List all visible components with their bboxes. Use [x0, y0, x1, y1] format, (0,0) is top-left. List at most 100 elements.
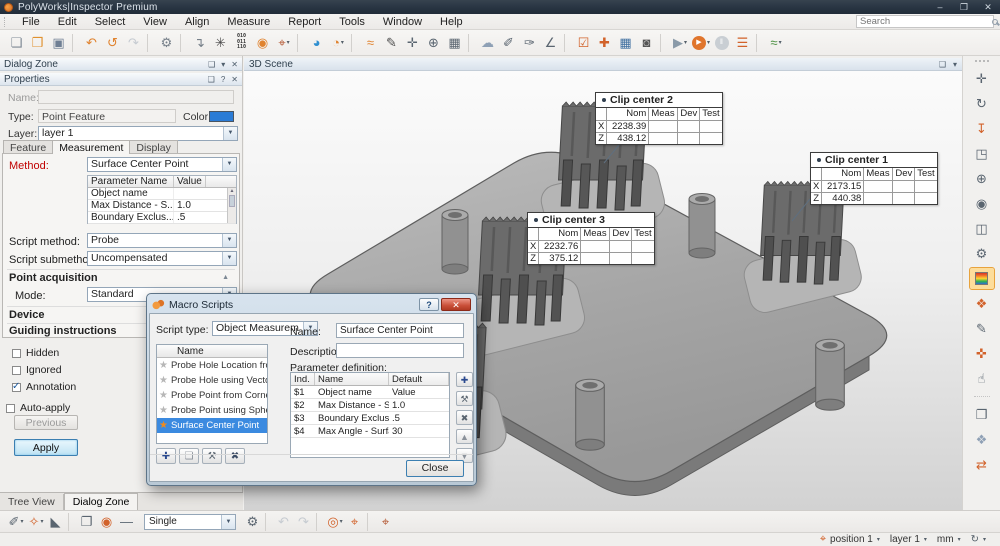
macro-script-item[interactable]: ★ Surface Center Point: [157, 418, 267, 433]
zoom-tool-icon[interactable]: ⊕: [424, 32, 444, 53]
align-icon[interactable]: ✳: [211, 32, 231, 53]
units-dropdown[interactable]: mm: [937, 534, 954, 545]
targets-icon[interactable]: ◎ ▾: [325, 511, 345, 532]
pick-hand-icon[interactable]: ☝: [970, 368, 994, 389]
method-parameter-table[interactable]: Parameter Name Value Object name Max Dis…: [87, 175, 237, 224]
param-table-scrollbar[interactable]: ▲: [227, 188, 236, 223]
auto-apply-checkbox[interactable]: [6, 404, 15, 413]
probe-tool-icon[interactable]: ✐: [499, 32, 519, 53]
properties-tab[interactable]: Display: [129, 140, 177, 153]
menu-select[interactable]: Select: [86, 16, 135, 28]
dialog-close-button[interactable]: ✕: [441, 298, 471, 311]
annotation-clip-center-2[interactable]: Clip center 2 NomMeasDevTest X2238.39 Z4…: [595, 92, 723, 145]
report-item-icon[interactable]: ▶ ▾: [670, 32, 690, 53]
param-row[interactable]: Max Distance - S...1.0: [88, 200, 236, 212]
panel-tab[interactable]: Dialog Zone: [64, 493, 139, 510]
control-chart-icon[interactable]: ≈ ▾: [766, 32, 786, 53]
menu-help[interactable]: Help: [431, 16, 472, 28]
rotate-view-icon[interactable]: ↻: [970, 93, 994, 114]
undo-icon[interactable]: ↶: [82, 32, 102, 53]
add-parameter-button[interactable]: ✚: [456, 372, 473, 387]
param-row[interactable]: Boundary Exclus....5: [88, 212, 236, 224]
standard-view-icon[interactable]: ↧: [970, 118, 994, 139]
macro-script-item[interactable]: ★ Probe Point using Sphere f...: [157, 403, 267, 418]
parameter-row[interactable]: $2 Max Distance - Su... 1.0: [291, 399, 449, 412]
colormap-sphere-icon[interactable]: ◕: [307, 32, 327, 53]
collapse-chevron-icon[interactable]: ▲: [222, 274, 229, 281]
add-snapshot-icon[interactable]: ✚: [595, 32, 615, 53]
properties-tab[interactable]: Measurement: [52, 140, 130, 154]
redo-icon[interactable]: ↷: [124, 32, 144, 53]
caliper-icon[interactable]: ∠: [541, 32, 561, 53]
macro-script-item[interactable]: ★ Probe Hole using Vector Bar: [157, 373, 267, 388]
visibility-eye-icon[interactable]: ◉: [970, 193, 994, 214]
menu-view[interactable]: View: [134, 16, 176, 28]
pin-icon[interactable]: ❑: [208, 60, 215, 69]
dialog-help-button[interactable]: ?: [419, 298, 439, 311]
menu-tools[interactable]: Tools: [330, 16, 374, 28]
chevron-down-icon[interactable]: ▾: [221, 60, 225, 69]
auto-apply-checkbox-row[interactable]: Auto-apply: [6, 402, 70, 414]
color-map-icon[interactable]: [970, 268, 994, 289]
minimize-button[interactable]: –: [928, 0, 952, 14]
import-object-icon[interactable]: ↴: [190, 32, 210, 53]
robot-arm-icon[interactable]: ⌖: [376, 511, 396, 532]
pin-icon[interactable]: ❑: [939, 60, 946, 69]
sphere-target-icon[interactable]: ◉: [253, 32, 273, 53]
apply-button[interactable]: Apply: [14, 439, 78, 456]
move-up-button[interactable]: ▲: [456, 429, 473, 444]
open-project-icon[interactable]: ❒: [28, 32, 48, 53]
parameter-row[interactable]: $3 Boundary Exclusi... .5: [291, 412, 449, 425]
color-swatch[interactable]: [209, 111, 234, 122]
menu-file[interactable]: File: [13, 16, 49, 28]
edit-parameter-wrench-button[interactable]: ⚒: [456, 391, 473, 406]
dash-icon[interactable]: —: [117, 511, 137, 532]
annotation-clip-center-1[interactable]: Clip center 1 NomMeasDevTest X2173.15 Z4…: [810, 152, 938, 205]
device-setup-gear-icon[interactable]: ⚙: [243, 511, 263, 532]
snapshot-window-icon[interactable]: ❐: [970, 404, 994, 425]
search-box[interactable]: [856, 15, 994, 28]
macro-script-list[interactable]: Name ★ Probe Hole Location from 1... ★ P…: [156, 344, 268, 444]
close-button[interactable]: ✕: [976, 0, 1000, 14]
paint-probe-icon[interactable]: ✧ ▾: [26, 511, 46, 532]
new-project-icon[interactable]: ❏: [7, 32, 27, 53]
undo-measure-icon[interactable]: ↶: [274, 511, 294, 532]
surface-patch-icon[interactable]: ❖: [970, 429, 994, 450]
dcc-binary-icon[interactable]: 010 011 110: [232, 32, 252, 53]
comparison-curves-icon[interactable]: ≈: [361, 32, 381, 53]
redo-measure-icon[interactable]: ↷: [294, 511, 314, 532]
close-panel-icon[interactable]: ✕: [231, 60, 238, 69]
device-position-dropdown[interactable]: position 1: [830, 534, 873, 545]
save-project-icon[interactable]: ▣: [49, 32, 69, 53]
report-table-icon[interactable]: ▦: [616, 32, 636, 53]
menu-report[interactable]: Report: [279, 16, 330, 28]
script-submethod-dropdown[interactable]: Uncompensated: [87, 251, 237, 266]
probe-pen-icon[interactable]: ✎: [382, 32, 402, 53]
scene-clapper-icon[interactable]: ◣: [46, 511, 66, 532]
previous-button[interactable]: Previous: [14, 415, 78, 430]
device-section[interactable]: Device: [9, 309, 44, 321]
macro-close-button[interactable]: Close: [406, 460, 464, 477]
annotation-clip-center-3[interactable]: Clip center 3 NomMeasDevTest X2232.76 Z3…: [527, 212, 655, 265]
checkbox[interactable]: [12, 349, 21, 358]
checklist-icon[interactable]: ☑: [574, 32, 594, 53]
probe-options-icon[interactable]: ✐ ▾: [6, 511, 26, 532]
param-row[interactable]: Object name: [88, 188, 236, 200]
menu-measure[interactable]: Measure: [218, 16, 279, 28]
script-method-dropdown[interactable]: Probe: [87, 233, 237, 248]
chevron-down-icon[interactable]: ▾: [953, 60, 957, 69]
close-properties-icon[interactable]: ✕: [231, 75, 238, 84]
pin-icon[interactable]: ❑: [208, 75, 215, 84]
parameter-row[interactable]: $4 Max Angle - Surfa... 30: [291, 425, 449, 438]
restore-view-icon[interactable]: ↺: [103, 32, 123, 53]
active-layer-dropdown[interactable]: layer 1: [890, 534, 920, 545]
menu-window[interactable]: Window: [374, 16, 431, 28]
zoom-in-out-icon[interactable]: ⊕: [970, 168, 994, 189]
fit-view-icon[interactable]: ✛: [970, 68, 994, 89]
point-acquisition-section[interactable]: Point acquisition: [9, 272, 98, 284]
search-input[interactable]: [860, 16, 992, 27]
deviation-gauge-icon[interactable]: ◔ ▾: [328, 32, 348, 53]
annotation-colormap-icon[interactable]: ❖: [970, 293, 994, 314]
axis-alignment-icon[interactable]: ⌖ ▾: [274, 32, 294, 53]
properties-tab[interactable]: Feature: [3, 140, 53, 153]
